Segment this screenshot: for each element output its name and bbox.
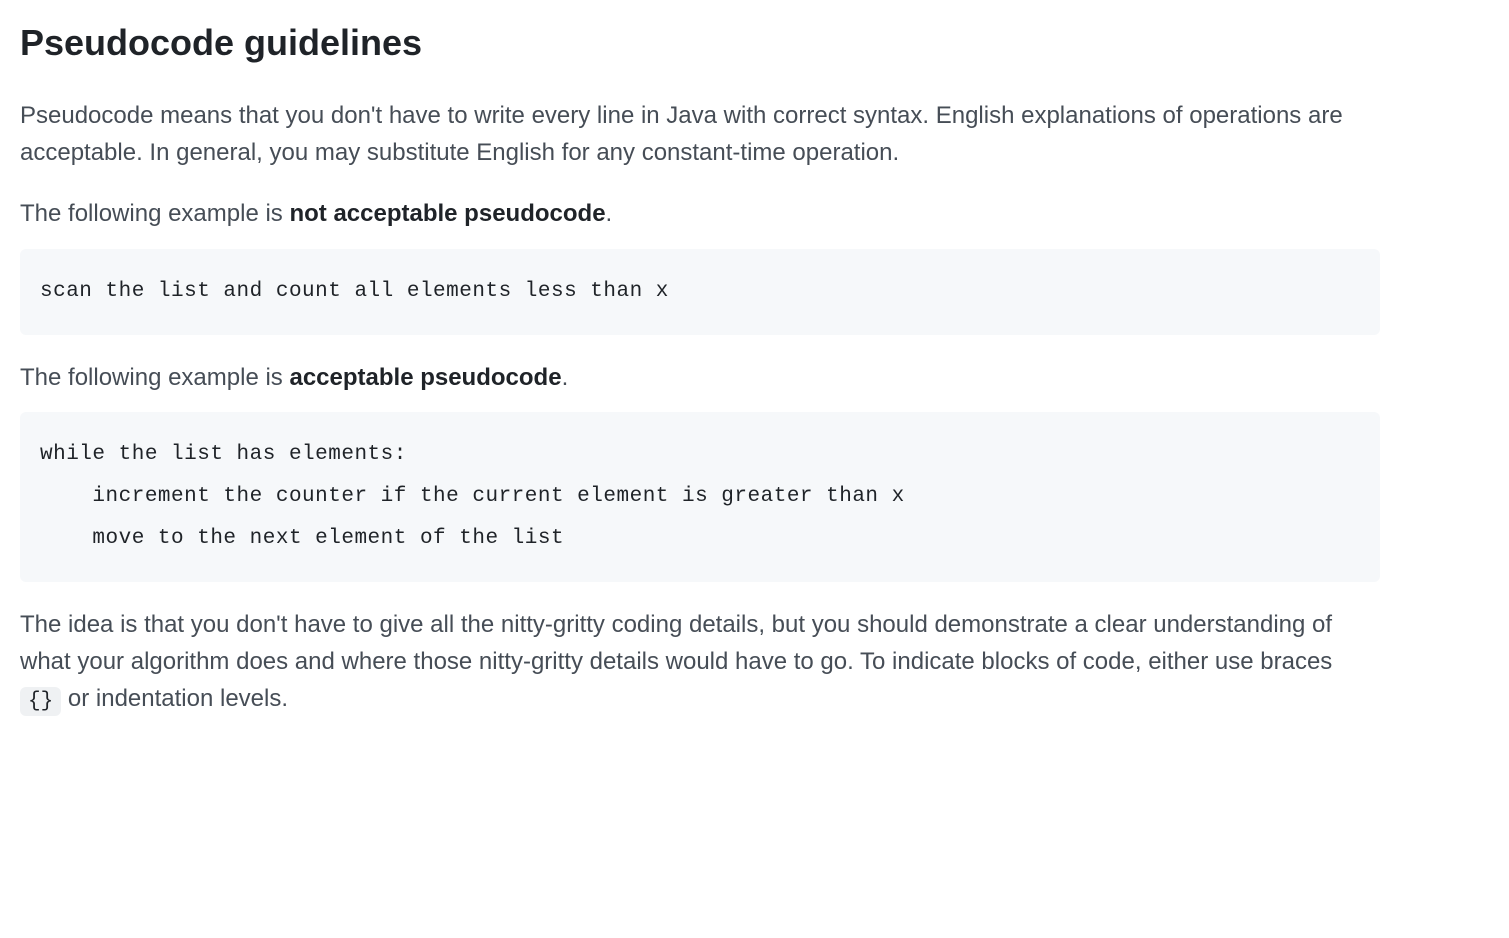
acceptable-suffix: . — [562, 364, 569, 391]
inline-code-braces: {} — [20, 687, 61, 716]
intro-paragraph: Pseudocode means that you don't have to … — [20, 97, 1380, 171]
conclusion-part2: or indentation levels. — [61, 685, 288, 712]
conclusion-part1: The idea is that you don't have to give … — [20, 611, 1332, 675]
bad-code-text: scan the list and count all elements les… — [40, 280, 669, 303]
not-acceptable-prefix: The following example is — [20, 200, 289, 227]
document-content: Pseudocode guidelines Pseudocode means t… — [20, 20, 1380, 719]
not-acceptable-suffix: . — [606, 200, 613, 227]
good-code-block: while the list has elements: increment t… — [20, 412, 1380, 582]
acceptable-bold: acceptable pseudocode — [289, 364, 561, 391]
good-code-text: while the list has elements: increment t… — [40, 443, 905, 550]
not-acceptable-paragraph: The following example is not acceptable … — [20, 195, 1380, 232]
acceptable-paragraph: The following example is acceptable pseu… — [20, 359, 1380, 396]
section-heading: Pseudocode guidelines — [20, 20, 1380, 65]
bad-code-block: scan the list and count all elements les… — [20, 249, 1380, 335]
acceptable-prefix: The following example is — [20, 364, 289, 391]
not-acceptable-bold: not acceptable pseudocode — [289, 200, 605, 227]
conclusion-paragraph: The idea is that you don't have to give … — [20, 606, 1380, 719]
